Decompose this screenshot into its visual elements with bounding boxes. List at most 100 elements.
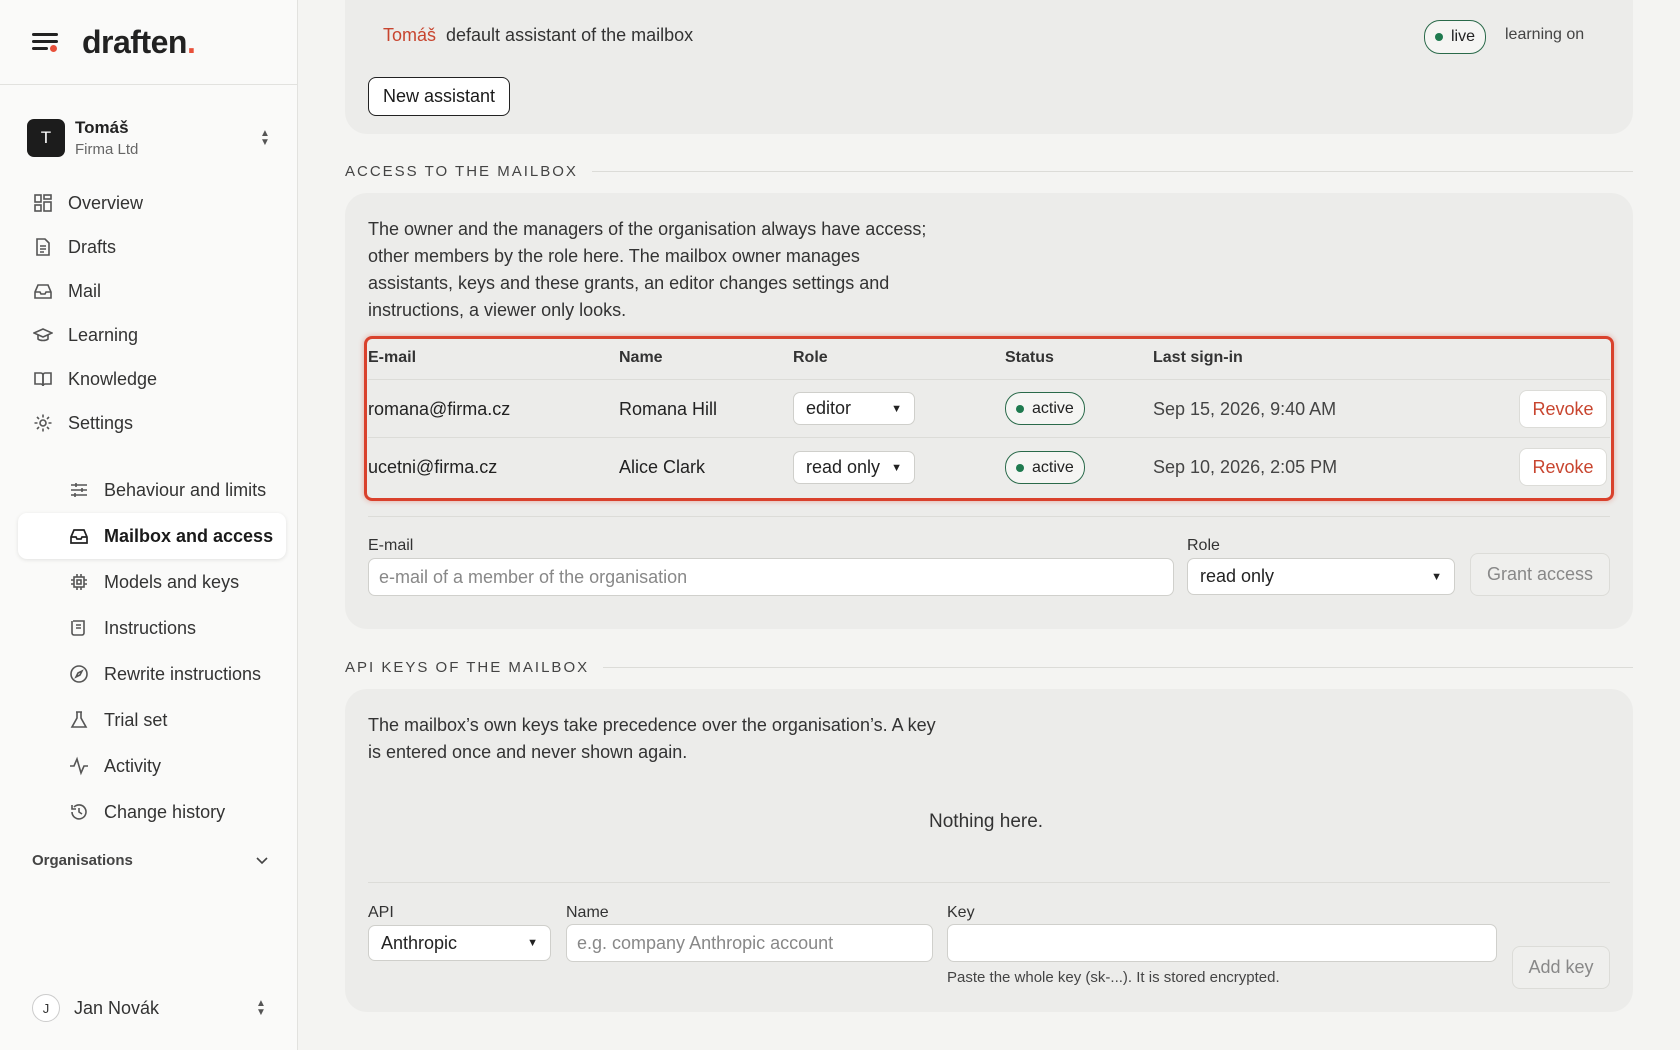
table-divider [368, 437, 1610, 438]
nav-activity[interactable]: Activity [18, 743, 286, 789]
nav-learning-label: Learning [68, 324, 139, 345]
nav-overview-label: Overview [68, 192, 144, 213]
book-icon [32, 368, 54, 390]
nav-learning[interactable]: Learning [18, 313, 286, 357]
empty-state: Nothing here. [929, 811, 1044, 832]
grant-access-button[interactable]: Grant access [1470, 553, 1610, 596]
api-select-value: Anthropic [381, 932, 458, 953]
role-select[interactable]: read only ▼ [793, 451, 915, 484]
new-assistant-button[interactable]: New assistant [368, 77, 511, 116]
revoke-button[interactable]: Revoke [1519, 390, 1607, 428]
nav-instructions-label: Instructions [104, 617, 197, 638]
role-select[interactable]: editor ▼ [793, 392, 915, 425]
revoke-button[interactable]: Revoke [1519, 448, 1607, 486]
row-name: Alice Clark [619, 457, 706, 477]
api-label: API [368, 904, 394, 921]
nav-history[interactable]: Change history [18, 789, 286, 835]
scroll-icon [68, 617, 90, 639]
gear-icon [32, 412, 54, 434]
row-email: ucetni@firma.cz [368, 457, 498, 477]
nav-activity-label: Activity [104, 755, 162, 776]
table-divider [368, 379, 1610, 380]
form-divider [368, 882, 1610, 883]
access-table-highlight [364, 336, 1614, 501]
key-label: Key [947, 904, 975, 921]
chevron-down-icon: ▼ [891, 461, 902, 474]
chip-icon [68, 571, 90, 593]
col-role: Role [793, 349, 828, 366]
chevron-down-icon: ▼ [891, 402, 902, 415]
nav-history-label: Change history [104, 801, 226, 822]
add-key-button[interactable]: Add key [1512, 946, 1610, 989]
live-label: live [1451, 28, 1476, 45]
key-input[interactable] [947, 924, 1497, 962]
updown-chevron-icon: ▲ ▼ [256, 998, 266, 1018]
access-section-title: ACCESS TO THE MAILBOX [345, 163, 1633, 180]
access-description: The owner and the managers of the organi… [368, 216, 926, 324]
user-menu[interactable]: J Jan Novák ▲ ▼ [32, 993, 268, 1023]
api-select[interactable]: Anthropic ▼ [368, 925, 551, 961]
organisations-toggle[interactable]: Organisations [32, 852, 268, 869]
status-badge: active [1005, 451, 1085, 484]
nav-settings[interactable]: Settings [18, 401, 286, 445]
nav-drafts-label: Drafts [68, 236, 117, 257]
nav-models[interactable]: Models and keys [18, 559, 286, 605]
live-badge: live [1424, 20, 1487, 54]
nav-knowledge[interactable]: Knowledge [18, 357, 286, 401]
api-title: API KEYS OF THE MAILBOX [345, 659, 590, 676]
nav-trial[interactable]: Trial set [18, 697, 286, 743]
brand-bar: draften. [0, 0, 297, 85]
row-email: romana@firma.cz [368, 399, 511, 419]
grant-role-value: read only [1200, 566, 1275, 586]
nav-overview[interactable]: Overview [18, 181, 286, 225]
flask-icon [68, 709, 90, 731]
sidebar: draften. T Tomáš Firma Ltd ▲ ▼ Overview D… [0, 0, 298, 1050]
logo[interactable]: draften. [82, 24, 196, 61]
nav-trial-label: Trial set [104, 709, 168, 730]
nav-instructions[interactable]: Instructions [18, 605, 286, 651]
nav-rewrite[interactable]: Rewrite instructions [18, 651, 286, 697]
key-name-input[interactable]: e.g. company Anthropic account [566, 924, 933, 962]
nav-drafts[interactable]: Drafts [18, 225, 286, 269]
nav-behaviour[interactable]: Behaviour and limits [18, 467, 286, 513]
document-icon [32, 236, 54, 258]
sliders-icon [68, 479, 90, 501]
account-switcher[interactable]: T Tomáš Firma Ltd ▲ ▼ [27, 118, 272, 158]
grant-role-select[interactable]: read only ▼ [1187, 558, 1455, 595]
nav-mail-label: Mail [68, 280, 102, 301]
status-dot-icon [1435, 33, 1443, 41]
access-title: ACCESS TO THE MAILBOX [345, 163, 578, 180]
api-section-title: API KEYS OF THE MAILBOX [345, 659, 1633, 676]
learning-status: learning on [1505, 26, 1585, 43]
key-hint: Paste the whole key (sk-...). It is stor… [947, 969, 1280, 986]
nav-mail[interactable]: Mail [18, 269, 286, 313]
role-label: Role [1187, 537, 1220, 554]
menu-icon[interactable] [32, 31, 60, 53]
grid-icon [32, 192, 54, 214]
nav-settings-label: Settings [68, 412, 134, 433]
access-text-line: The owner and the managers of the organi… [368, 219, 927, 239]
nav-mailbox[interactable]: Mailbox and access [18, 513, 286, 559]
status-dot-icon [1016, 404, 1024, 413]
access-text-line: instructions, a viewer only looks. [368, 300, 627, 320]
access-text-line: assistants, keys and these grants, an ed… [368, 273, 890, 293]
form-divider [368, 516, 1610, 517]
user-name: Jan Novák [74, 997, 160, 1018]
row-name: Romana Hill [619, 399, 718, 419]
name-label: Name [566, 904, 609, 921]
activity-icon [68, 755, 90, 777]
nav-mailbox-label: Mailbox and access [104, 525, 274, 546]
status-badge: active [1005, 392, 1085, 425]
nav-knowledge-label: Knowledge [68, 368, 158, 389]
assistant-name[interactable]: Tomáš [383, 25, 436, 45]
role-select-value: editor [806, 398, 852, 418]
status-label: active [1032, 458, 1074, 476]
updown-chevron-icon: ▲ ▼ [260, 128, 270, 148]
history-icon [68, 801, 90, 823]
settings-subnav: Behaviour and limits Mailbox and access … [18, 467, 286, 835]
api-text-line: is entered once and never shown again. [368, 742, 688, 762]
status-label: active [1032, 399, 1074, 417]
chevron-down-icon [256, 852, 268, 869]
email-input[interactable]: e-mail of a member of the organisation [368, 558, 1174, 596]
main-nav: Overview Drafts Mail Learning Knowledge … [18, 181, 286, 445]
